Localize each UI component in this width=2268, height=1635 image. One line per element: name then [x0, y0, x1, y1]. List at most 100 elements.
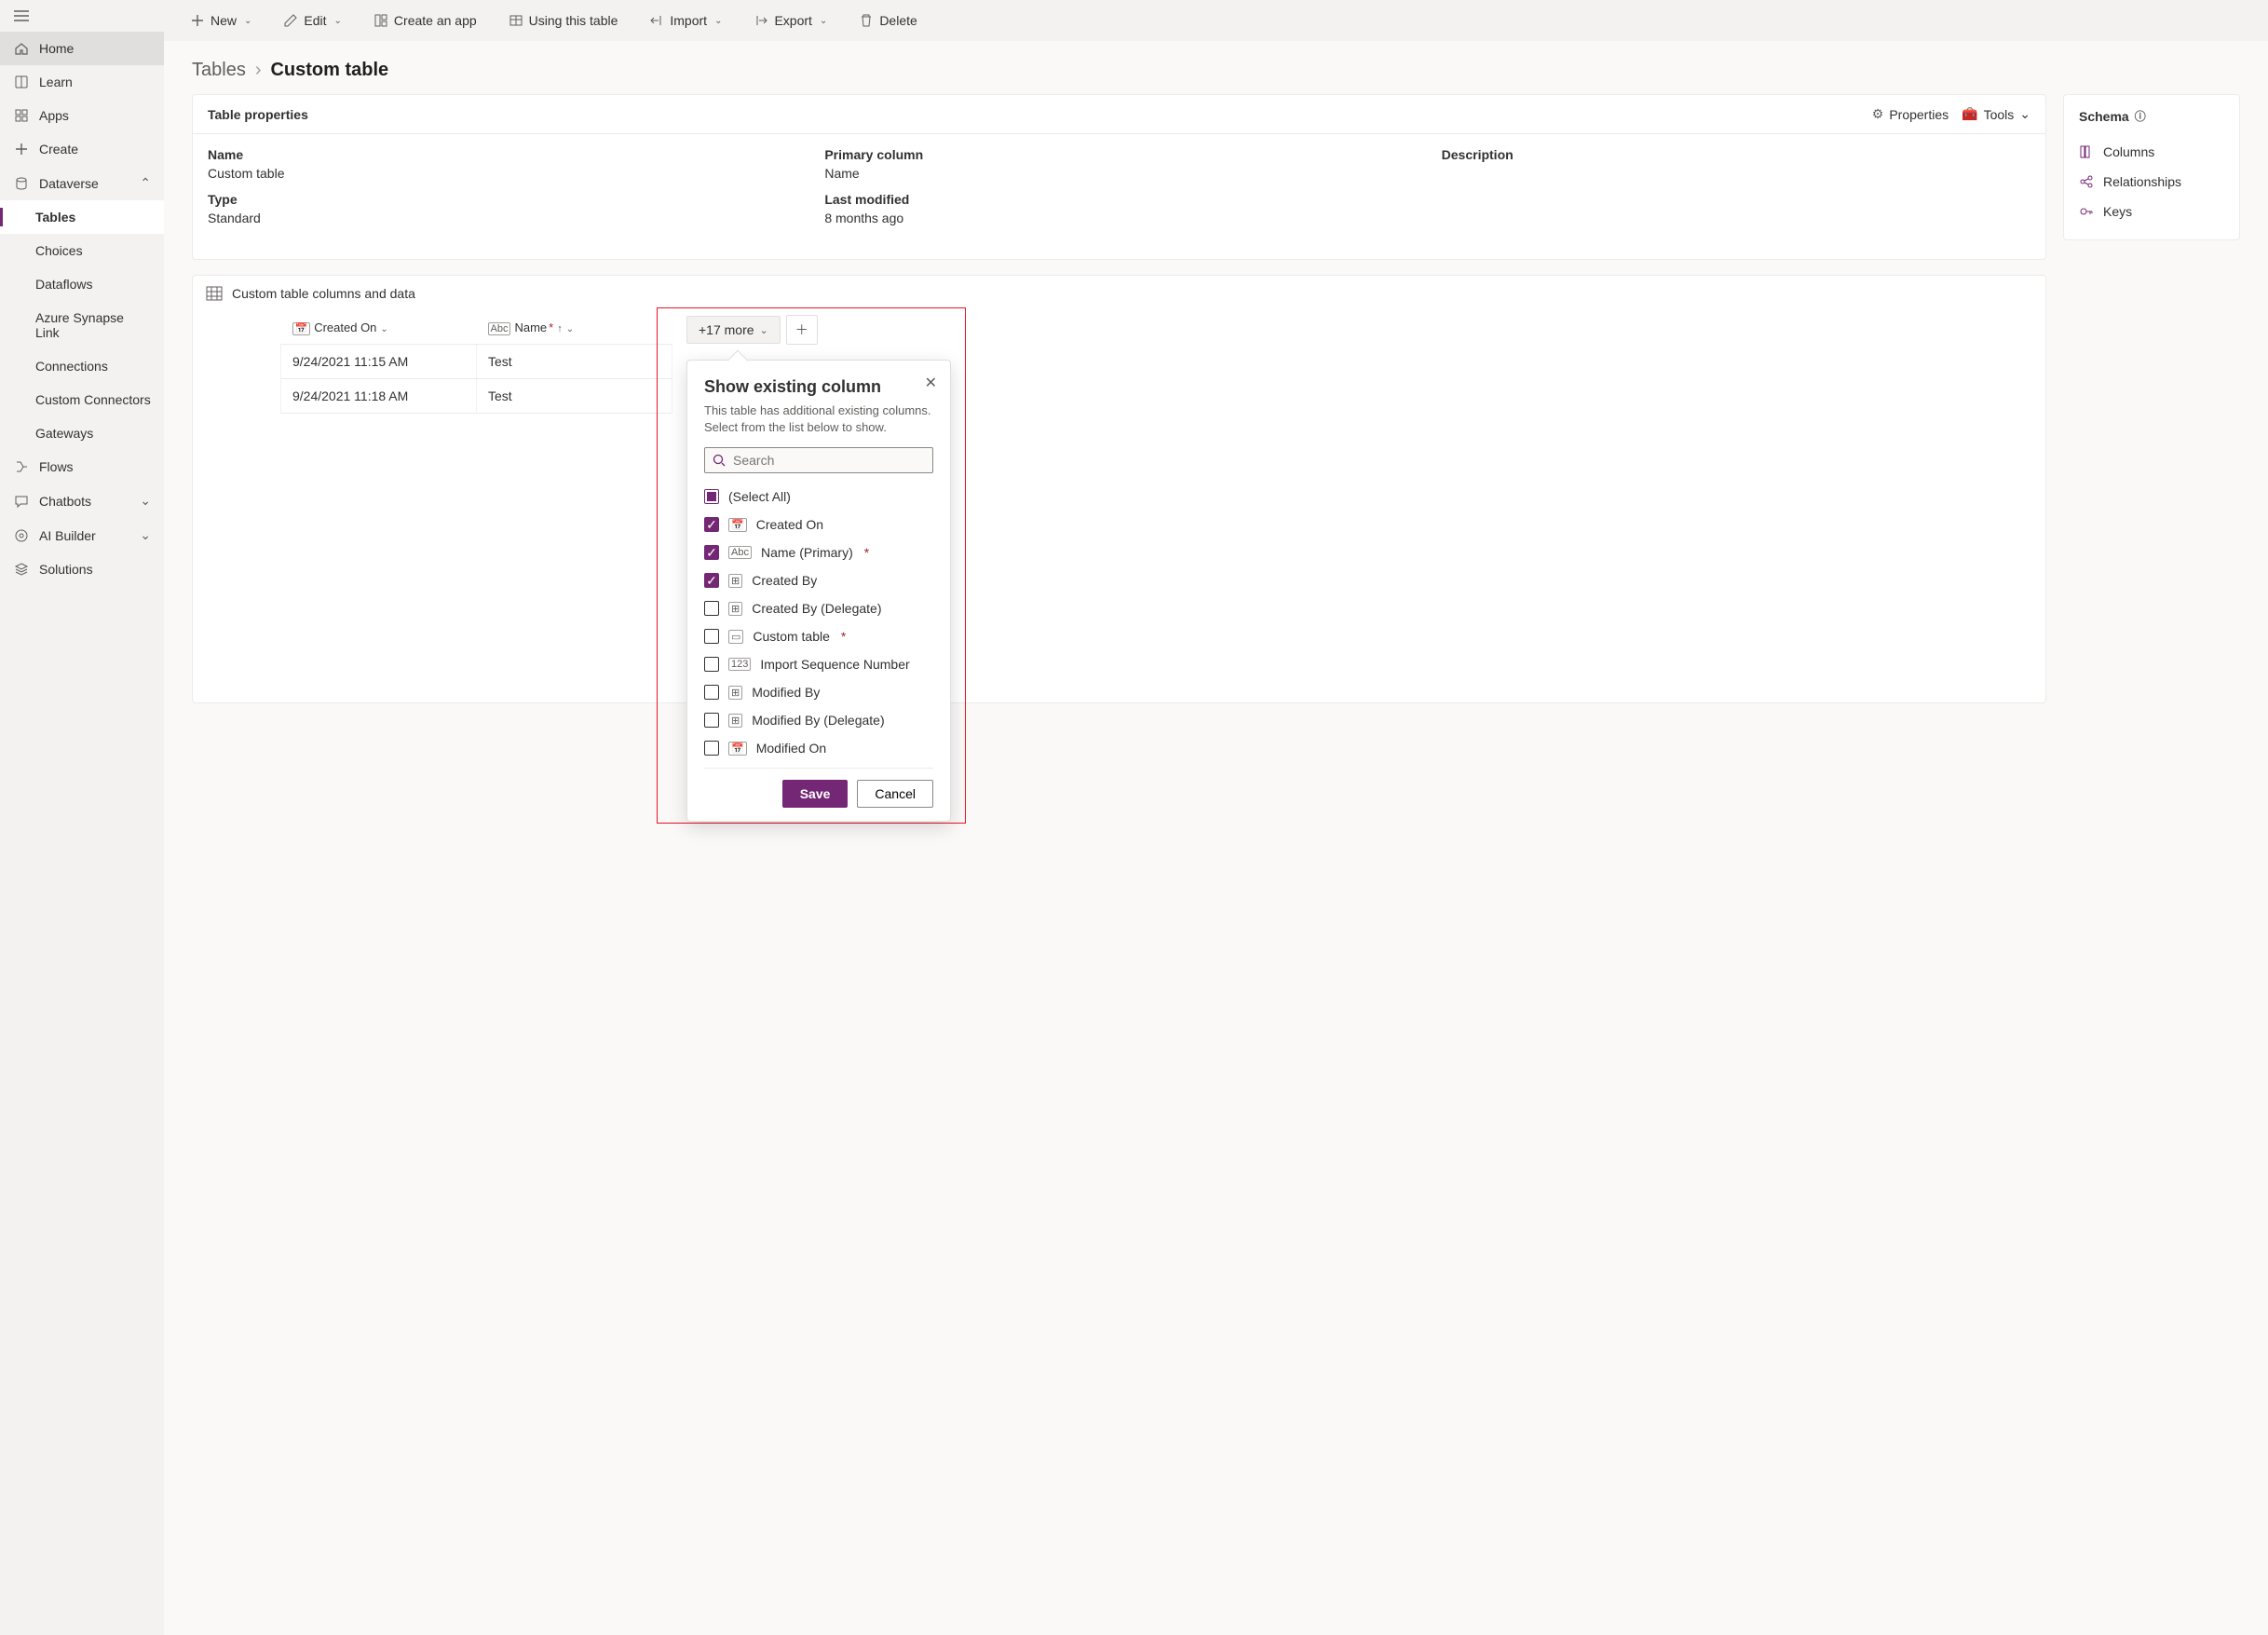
search-icon: [713, 454, 726, 467]
sidebar-item-label: Azure Synapse Link: [35, 310, 151, 340]
required-indicator: *: [549, 320, 553, 334]
column-type-icon: ⊞: [728, 602, 742, 616]
chat-icon: [13, 494, 30, 509]
import-button[interactable]: Import ⌄: [642, 9, 729, 32]
cmd-label: New: [211, 13, 237, 28]
sidebar-item-gateways[interactable]: Gateways: [0, 416, 164, 450]
checkbox[interactable]: ✓: [704, 573, 719, 588]
column-option-label: (Select All): [728, 489, 791, 504]
table-properties-card: Table properties ⚙ Properties 🧰 Tools ⌄: [192, 94, 2046, 260]
sidebar-item-dataverse[interactable]: Dataverse ⌃: [0, 166, 164, 200]
sidebar-item-custom-connectors[interactable]: Custom Connectors: [0, 383, 164, 416]
cmd-label: Edit: [304, 13, 326, 28]
column-option-name-primary-[interactable]: ✓ Abc Name (Primary) *: [704, 538, 935, 566]
save-button[interactable]: Save: [782, 780, 849, 808]
checkbox[interactable]: [704, 713, 719, 728]
new-button[interactable]: New ⌄: [183, 9, 259, 32]
column-option-custom-table[interactable]: ▭ Custom table *: [704, 622, 935, 650]
cancel-button[interactable]: Cancel: [857, 780, 933, 808]
table-icon: [509, 13, 523, 28]
column-option-modified-by[interactable]: ⊞ Modified By: [704, 678, 935, 706]
breadcrumb: Tables › Custom table: [192, 60, 2240, 81]
sidebar-item-tables[interactable]: Tables: [0, 200, 164, 234]
command-bar: New ⌄ Edit ⌄ Create an app Using this ta…: [164, 0, 2268, 41]
column-type-icon: 📅: [728, 518, 747, 532]
hamburger-menu[interactable]: [0, 0, 164, 32]
more-columns-pill[interactable]: +17 more ⌄: [686, 316, 781, 344]
checkbox[interactable]: [704, 657, 719, 672]
sort-asc-icon: ↑: [557, 323, 563, 334]
sidebar-item-apps[interactable]: Apps: [0, 99, 164, 132]
popup-title: Show existing column: [704, 377, 933, 397]
sidebar-item-ai-builder[interactable]: AI Builder ⌄: [0, 518, 164, 552]
popup-beak: [727, 350, 749, 372]
sidebar-item-azure-synapse-link[interactable]: Azure Synapse Link: [0, 301, 164, 349]
cell-created-on: 9/24/2021 11:15 AM: [281, 345, 477, 379]
column-header-created-on[interactable]: 📅Created On⌄: [281, 311, 477, 345]
schema-link-columns[interactable]: Columns: [2079, 137, 2224, 167]
sidebar-item-home[interactable]: Home: [0, 32, 164, 65]
sidebar: Home Learn Apps Create Dataverse ⌃Tables…: [0, 0, 164, 1635]
breadcrumb-parent[interactable]: Tables: [192, 60, 246, 81]
delete-button[interactable]: Delete: [851, 9, 924, 32]
prop-name-value: Custom table: [208, 166, 796, 181]
using-this-table-button[interactable]: Using this table: [501, 9, 626, 32]
search-box[interactable]: [704, 447, 933, 473]
prop-primary-label: Primary column: [824, 147, 1413, 162]
column-option--select-all-[interactable]: (Select All): [704, 483, 935, 511]
checkbox[interactable]: [704, 629, 719, 644]
sidebar-item-flows[interactable]: Flows: [0, 450, 164, 484]
sidebar-item-connections[interactable]: Connections: [0, 349, 164, 383]
column-header-name[interactable]: AbcName*↑⌄: [477, 311, 672, 345]
column-option-created-by[interactable]: ✓ ⊞ Created By: [704, 566, 935, 594]
plus-icon: ＋: [795, 320, 808, 339]
column-option-label: Created On: [756, 517, 823, 532]
data-table: 📅Created On⌄AbcName*↑⌄ 9/24/2021 11:15 A…: [280, 311, 672, 414]
column-option-label: Created By (Delegate): [752, 601, 881, 616]
column-option-label: Modified By (Delegate): [752, 713, 884, 728]
chevron-down-icon: ⌄: [820, 16, 827, 26]
sidebar-item-label: Apps: [39, 108, 151, 123]
checkbox[interactable]: [704, 685, 719, 700]
prop-type-value: Standard: [208, 211, 796, 225]
column-option-modified-on[interactable]: 📅 Modified On: [704, 734, 935, 762]
sidebar-item-chatbots[interactable]: Chatbots ⌄: [0, 484, 164, 518]
search-input[interactable]: [733, 453, 925, 468]
checkbox[interactable]: ✓: [704, 517, 719, 532]
schema-link-relationships[interactable]: Relationships: [2079, 167, 2224, 197]
close-button[interactable]: ✕: [925, 374, 937, 392]
table-row[interactable]: 9/24/2021 11:15 AMTest: [281, 345, 672, 379]
column-list[interactable]: (Select All) ✓ 📅 Created On ✓ Abc Name (…: [704, 483, 939, 762]
properties-button[interactable]: ⚙ Properties: [1872, 106, 1949, 122]
add-column-button[interactable]: ＋: [786, 315, 818, 345]
column-type-icon: Abc: [728, 546, 752, 559]
checkbox[interactable]: [704, 741, 719, 756]
db-icon: [13, 176, 30, 191]
sidebar-item-solutions[interactable]: Solutions: [0, 552, 164, 586]
checkbox[interactable]: [704, 601, 719, 616]
sidebar-item-label: Connections: [35, 359, 151, 374]
column-option-import-sequence-number[interactable]: 123 Import Sequence Number: [704, 650, 935, 678]
sidebar-item-dataflows[interactable]: Dataflows: [0, 267, 164, 301]
prop-modified-label: Last modified: [824, 192, 1413, 207]
chevron-down-icon: ⌄: [244, 16, 251, 26]
column-option-created-on[interactable]: ✓ 📅 Created On: [704, 511, 935, 538]
ai-icon: [13, 528, 30, 543]
create-an-app-button[interactable]: Create an app: [366, 9, 484, 32]
tools-button[interactable]: 🧰 Tools ⌄: [1962, 106, 2030, 122]
pencil-icon: [283, 13, 298, 28]
checkbox[interactable]: ✓: [704, 545, 719, 560]
sidebar-item-choices[interactable]: Choices: [0, 234, 164, 267]
edit-button[interactable]: Edit ⌄: [276, 9, 349, 32]
sidebar-item-create[interactable]: Create: [0, 132, 164, 166]
sidebar-item-label: Gateways: [35, 426, 151, 441]
sidebar-item-learn[interactable]: Learn: [0, 65, 164, 99]
schema-link-keys[interactable]: Keys: [2079, 197, 2224, 226]
table-icon: [206, 285, 223, 302]
info-icon[interactable]: ⓘ: [2135, 108, 2146, 124]
export-button[interactable]: Export ⌄: [746, 9, 835, 32]
column-option-created-by-delegate-[interactable]: ⊞ Created By (Delegate): [704, 594, 935, 622]
column-option-modified-by-delegate-[interactable]: ⊞ Modified By (Delegate): [704, 706, 935, 734]
table-row[interactable]: 9/24/2021 11:18 AMTest: [281, 379, 672, 414]
checkbox[interactable]: [704, 489, 719, 504]
